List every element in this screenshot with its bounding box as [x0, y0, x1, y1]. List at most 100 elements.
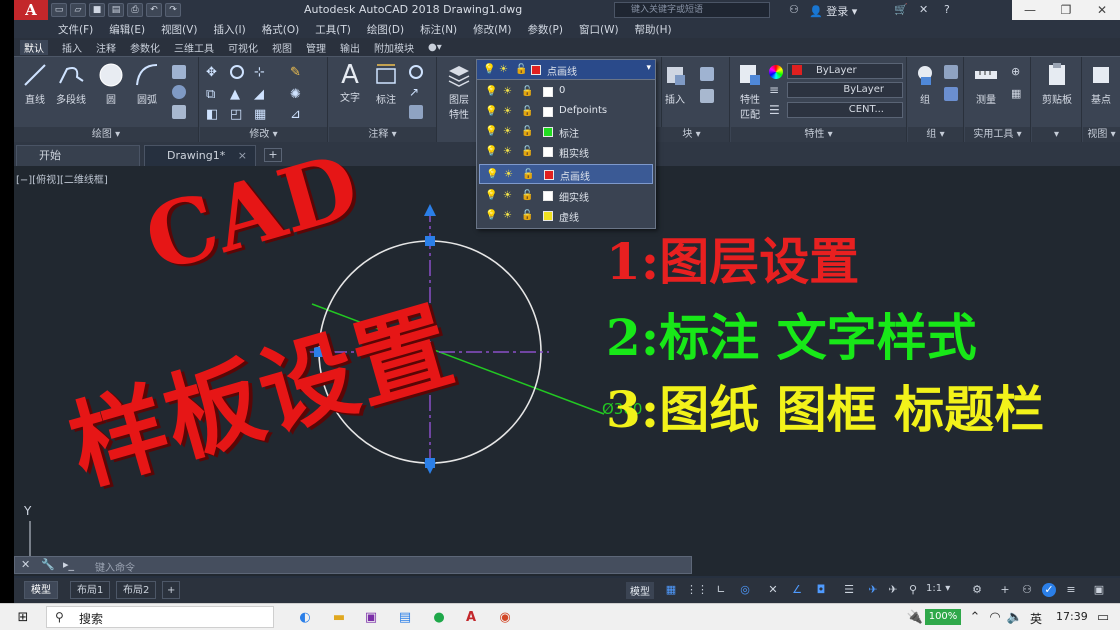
- id-point-icon[interactable]: ⊕: [1011, 65, 1025, 79]
- insert-block-tool[interactable]: 插入: [658, 61, 692, 106]
- move-icon[interactable]: ✥: [206, 65, 220, 80]
- layer-item-selected[interactable]: 💡 ☀ 🔓 点画线: [479, 164, 653, 184]
- polar-icon[interactable]: ◎: [738, 583, 752, 597]
- model-space-toggle[interactable]: 模型: [626, 582, 654, 599]
- hatch-icon[interactable]: [172, 85, 186, 99]
- erase-icon[interactable]: ✎: [290, 65, 304, 80]
- bulb-icon[interactable]: 💡: [485, 210, 497, 221]
- utilities-panel-title[interactable]: 实用工具 ▾: [965, 127, 1030, 143]
- layer-item[interactable]: 💡 ☀ 🔓 细实线: [479, 186, 653, 206]
- powerpoint-icon[interactable]: ◉: [496, 609, 514, 627]
- wrench-icon[interactable]: 🔧: [41, 558, 55, 571]
- menu-tools[interactable]: 工具(T): [315, 22, 351, 37]
- rectangle-icon[interactable]: [172, 65, 186, 79]
- sun-icon[interactable]: ☀: [503, 86, 513, 97]
- isodraft-icon[interactable]: ✕: [766, 583, 780, 597]
- snap-icon[interactable]: ⋮⋮: [686, 583, 708, 597]
- layout-tab-model[interactable]: 模型: [24, 581, 58, 599]
- layer-item[interactable]: 💡 ☀ 🔓 0: [479, 82, 653, 102]
- onenote-icon[interactable]: ▣: [362, 609, 380, 627]
- grip-arrow-top[interactable]: [424, 204, 436, 216]
- annotation-scale-value[interactable]: 1:1 ▾: [926, 583, 950, 594]
- lineweight-combo[interactable]: CENT...: [787, 102, 903, 118]
- lock-icon[interactable]: 🔓: [521, 106, 533, 117]
- redo-icon[interactable]: ↷: [165, 3, 181, 17]
- menu-format[interactable]: 格式(O): [262, 22, 299, 37]
- dimension-tool[interactable]: 标注: [369, 61, 403, 106]
- menu-parametric[interactable]: 参数(P): [527, 22, 563, 37]
- tab-3d-tools[interactable]: 三维工具: [174, 40, 214, 55]
- match-properties-tool[interactable]: 特性 匹配: [733, 61, 767, 121]
- tab-insert[interactable]: 插入: [62, 40, 82, 55]
- group-edit-icon[interactable]: [944, 87, 958, 101]
- layer-dropdown-current[interactable]: 💡 ☀ 🔓 点画线 ▾: [477, 60, 655, 80]
- ime-indicator[interactable]: 英: [1030, 610, 1042, 627]
- plug-icon[interactable]: 🔌: [906, 609, 924, 627]
- command-line[interactable]: ✕ 🔧 ▸_ 键入命令: [14, 556, 692, 574]
- edge-icon[interactable]: ◐: [296, 609, 314, 627]
- edit-block-icon[interactable]: [700, 89, 714, 103]
- scale-icon[interactable]: ◰: [230, 107, 244, 122]
- undo-icon[interactable]: ↶: [146, 3, 162, 17]
- menu-file[interactable]: 文件(F): [58, 22, 93, 37]
- save-icon[interactable]: ■: [89, 3, 105, 17]
- block-panel-title[interactable]: 块 ▾: [654, 127, 729, 143]
- wechat-icon[interactable]: ●: [430, 609, 448, 627]
- battery-indicator[interactable]: 100%: [925, 609, 961, 625]
- autocad-logo[interactable]: A: [14, 0, 48, 20]
- layout-tab-layout1[interactable]: 布局1: [70, 581, 111, 599]
- circle-tool[interactable]: 圆: [94, 61, 128, 106]
- file-explorer-icon[interactable]: ▬: [330, 609, 348, 627]
- sun-icon[interactable]: ☀: [503, 106, 513, 117]
- layout-tab-layout2[interactable]: 布局2: [116, 581, 157, 599]
- command-history-icon[interactable]: ▸_: [63, 558, 74, 571]
- menu-window[interactable]: 窗口(W): [579, 22, 619, 37]
- bulb-icon[interactable]: 💡: [485, 86, 497, 97]
- clipboard-panel-title[interactable]: ▾: [1032, 127, 1081, 143]
- tab-output[interactable]: 输出: [340, 40, 360, 55]
- annotation-scale-icon[interactable]: ⚲: [906, 583, 920, 597]
- bulb-icon[interactable]: 💡: [485, 190, 497, 201]
- line-tool[interactable]: 直线: [18, 61, 52, 106]
- save-as-icon[interactable]: ▤: [108, 3, 124, 17]
- ortho-icon[interactable]: ∟: [714, 583, 728, 597]
- help-icon[interactable]: ?: [944, 3, 950, 16]
- object-snap-track-icon[interactable]: ∠: [790, 583, 804, 597]
- annotation-visibility-icon[interactable]: ✈: [866, 583, 880, 597]
- tab-start[interactable]: 开始: [16, 145, 140, 166]
- menu-insert[interactable]: 插入(I): [213, 22, 245, 37]
- sun-icon[interactable]: ☀: [503, 126, 513, 137]
- view-panel-title[interactable]: 视图 ▾: [1083, 127, 1120, 143]
- layer-item[interactable]: 💡 ☀ 🔓 标注: [479, 122, 653, 142]
- new-file-icon[interactable]: ▭: [51, 3, 67, 17]
- sun-icon[interactable]: ☀: [503, 190, 513, 201]
- new-layout-button[interactable]: +: [162, 581, 181, 599]
- measure-tool[interactable]: 测量: [967, 61, 1005, 106]
- open-file-icon[interactable]: ▱: [70, 3, 86, 17]
- draw-panel-title[interactable]: 绘图 ▾: [14, 127, 198, 143]
- close-icon[interactable]: ✕: [21, 558, 30, 571]
- close-button[interactable]: ✕: [1084, 0, 1120, 20]
- menu-dimension[interactable]: 标注(N): [420, 22, 457, 37]
- bulb-icon[interactable]: 💡: [485, 146, 497, 157]
- cart-icon[interactable]: 🛒: [894, 3, 908, 16]
- bulb-icon[interactable]: 💡: [485, 126, 497, 137]
- lineweight-toggle-icon[interactable]: ☰: [842, 583, 856, 597]
- clock[interactable]: 17:39: [1056, 610, 1088, 623]
- layer-item[interactable]: 💡 ☀ 🔓 粗实线: [479, 142, 653, 162]
- layer-color-swatch[interactable]: [543, 147, 553, 157]
- tab-annotate[interactable]: 注释: [96, 40, 116, 55]
- explode-icon[interactable]: ✺: [290, 87, 304, 102]
- grip-top[interactable]: [425, 236, 435, 246]
- linetype-combo[interactable]: ByLayer: [787, 82, 903, 98]
- grid-icon[interactable]: ▦: [664, 583, 678, 597]
- layer-color-swatch[interactable]: [544, 170, 554, 180]
- clean-screen-icon[interactable]: ≡: [1064, 583, 1078, 597]
- help-search-input[interactable]: 键入关键字或短语: [614, 2, 770, 18]
- tab-manage[interactable]: 管理: [306, 40, 326, 55]
- calculator-icon[interactable]: ▤: [396, 609, 414, 627]
- create-block-icon[interactable]: [700, 67, 714, 81]
- layer-color-swatch[interactable]: [543, 87, 553, 97]
- properties-panel-title[interactable]: 特性 ▾: [731, 127, 906, 143]
- login-button[interactable]: 👤 登录 ▾: [809, 3, 857, 19]
